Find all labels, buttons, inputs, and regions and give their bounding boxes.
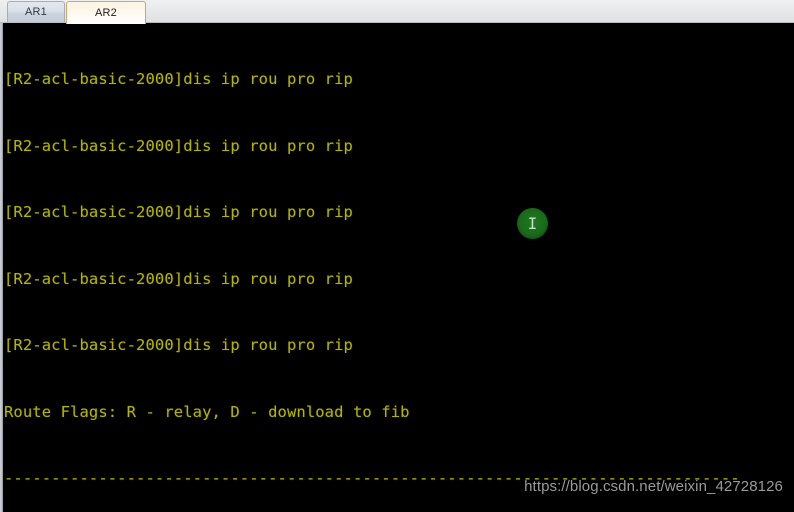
terminal-line-prompt-5: [R2-acl-basic-2000]dis ip rou pro rip bbox=[4, 336, 353, 355]
terminal-line-prompt-1: [R2-acl-basic-2000]dis ip rou pro rip bbox=[4, 70, 353, 89]
tab-bar: AR1 AR2 bbox=[0, 0, 794, 24]
watermark-url: https://blog.csdn.net/weixin_42728126 bbox=[524, 478, 783, 495]
terminal-line-route-flags: Route Flags: R - relay, D - download to … bbox=[4, 402, 410, 421]
tab-ar2[interactable]: AR2 bbox=[66, 1, 146, 24]
terminal-console[interactable]: [R2-acl-basic-2000]dis ip rou pro rip [R… bbox=[0, 23, 794, 512]
terminal-line-prompt-2: [R2-acl-basic-2000]dis ip rou pro rip bbox=[4, 136, 353, 155]
terminal-output: [R2-acl-basic-2000]dis ip rou pro rip [R… bbox=[4, 24, 794, 512]
terminal-left-border bbox=[0, 23, 3, 512]
terminal-line-prompt-4: [R2-acl-basic-2000]dis ip rou pro rip bbox=[4, 269, 353, 288]
terminal-line-prompt-3: [R2-acl-basic-2000]dis ip rou pro rip bbox=[4, 203, 353, 222]
tab-ar1[interactable]: AR1 bbox=[7, 1, 65, 22]
ensp-device-window: AR1 AR2 [R2-acl-basic-2000]dis ip rou pr… bbox=[0, 0, 794, 512]
